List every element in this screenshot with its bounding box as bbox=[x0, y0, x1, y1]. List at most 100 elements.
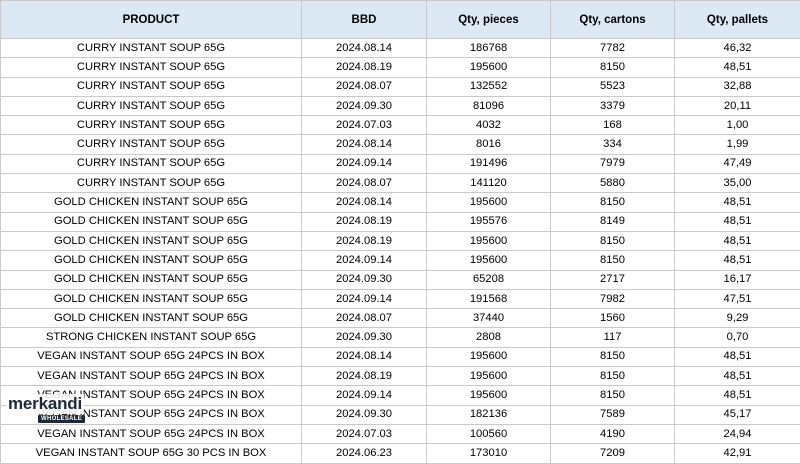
cell-bbd: 2024.09.30 bbox=[302, 328, 427, 347]
cell-qty-pieces: 37440 bbox=[427, 309, 551, 328]
table-row: CURRY INSTANT SOUP 65G2024.07.0340321681… bbox=[1, 116, 800, 135]
cell-bbd: 2024.06.23 bbox=[302, 444, 427, 463]
cell-product: STRONG CHICKEN INSTANT SOUP 65G bbox=[1, 328, 302, 347]
cell-qty-cartons: 8150 bbox=[551, 251, 675, 270]
cell-qty-pieces: 195576 bbox=[427, 212, 551, 231]
cell-qty-pallets: 48,51 bbox=[675, 58, 800, 77]
header-row: PRODUCT BBD Qty, pieces Qty, cartons Qty… bbox=[1, 1, 800, 39]
cell-bbd: 2024.07.03 bbox=[302, 424, 427, 443]
cell-qty-cartons: 8150 bbox=[551, 386, 675, 405]
table-row: CURRY INSTANT SOUP 65G2024.08.0713255255… bbox=[1, 77, 800, 96]
cell-qty-pieces: 4032 bbox=[427, 116, 551, 135]
cell-qty-pieces: 191496 bbox=[427, 154, 551, 173]
cell-qty-pieces: 2808 bbox=[427, 328, 551, 347]
cell-product: GOLD CHICKEN INSTANT SOUP 65G bbox=[1, 193, 302, 212]
cell-product: GOLD CHICKEN INSTANT SOUP 65G bbox=[1, 212, 302, 231]
cell-qty-cartons: 8150 bbox=[551, 193, 675, 212]
cell-bbd: 2024.08.19 bbox=[302, 367, 427, 386]
table-row: VEGAN INSTANT SOUP 65G 24PCS IN BOX2024.… bbox=[1, 386, 800, 405]
cell-qty-cartons: 1560 bbox=[551, 309, 675, 328]
cell-qty-pieces: 195600 bbox=[427, 251, 551, 270]
watermark-brand: merkandi bbox=[6, 394, 84, 414]
cell-qty-pieces: 186768 bbox=[427, 39, 551, 58]
cell-qty-pallets: 46,32 bbox=[675, 39, 800, 58]
cell-qty-cartons: 8150 bbox=[551, 58, 675, 77]
cell-bbd: 2024.08.14 bbox=[302, 193, 427, 212]
cell-qty-pallets: 48,51 bbox=[675, 367, 800, 386]
table-row: CURRY INSTANT SOUP 65G2024.09.1419149679… bbox=[1, 154, 800, 173]
cell-qty-cartons: 168 bbox=[551, 116, 675, 135]
cell-bbd: 2024.09.14 bbox=[302, 386, 427, 405]
cell-qty-cartons: 7979 bbox=[551, 154, 675, 173]
cell-qty-pieces: 100560 bbox=[427, 424, 551, 443]
cell-qty-pallets: 45,17 bbox=[675, 405, 800, 424]
cell-bbd: 2024.08.19 bbox=[302, 231, 427, 250]
cell-product: CURRY INSTANT SOUP 65G bbox=[1, 174, 302, 193]
cell-qty-cartons: 4190 bbox=[551, 424, 675, 443]
table-row: CURRY INSTANT SOUP 65G2024.08.0714112058… bbox=[1, 174, 800, 193]
cell-bbd: 2024.08.14 bbox=[302, 347, 427, 366]
cell-product: VEGAN INSTANT SOUP 65G 30 PCS IN BOX bbox=[1, 444, 302, 463]
table-row: VEGAN INSTANT SOUP 65G 24PCS IN BOX2024.… bbox=[1, 405, 800, 424]
cell-bbd: 2024.09.30 bbox=[302, 270, 427, 289]
cell-product: GOLD CHICKEN INSTANT SOUP 65G bbox=[1, 289, 302, 308]
inventory-table: PRODUCT BBD Qty, pieces Qty, cartons Qty… bbox=[0, 0, 800, 464]
table-row: CURRY INSTANT SOUP 65G2024.08.1919560081… bbox=[1, 58, 800, 77]
cell-product: GOLD CHICKEN INSTANT SOUP 65G bbox=[1, 309, 302, 328]
table-row: VEGAN INSTANT SOUP 65G 24PCS IN BOX2024.… bbox=[1, 424, 800, 443]
cell-qty-cartons: 3379 bbox=[551, 96, 675, 115]
cell-qty-pieces: 191568 bbox=[427, 289, 551, 308]
cell-qty-pallets: 47,49 bbox=[675, 154, 800, 173]
cell-qty-pallets: 48,51 bbox=[675, 231, 800, 250]
cell-qty-pieces: 65208 bbox=[427, 270, 551, 289]
table-row: STRONG CHICKEN INSTANT SOUP 65G2024.09.3… bbox=[1, 328, 800, 347]
cell-bbd: 2024.09.30 bbox=[302, 405, 427, 424]
cell-bbd: 2024.08.14 bbox=[302, 135, 427, 154]
table-row: GOLD CHICKEN INSTANT SOUP 65G2024.08.073… bbox=[1, 309, 800, 328]
cell-product: CURRY INSTANT SOUP 65G bbox=[1, 39, 302, 58]
table-row: GOLD CHICKEN INSTANT SOUP 65G2024.08.191… bbox=[1, 212, 800, 231]
watermark-badge: WHOLESALE bbox=[38, 415, 85, 423]
header-qty-pieces: Qty, pieces bbox=[427, 1, 551, 39]
cell-qty-cartons: 7982 bbox=[551, 289, 675, 308]
cell-qty-pallets: 24,94 bbox=[675, 424, 800, 443]
cell-product: GOLD CHICKEN INSTANT SOUP 65G bbox=[1, 251, 302, 270]
cell-qty-pieces: 195600 bbox=[427, 367, 551, 386]
cell-bbd: 2024.08.07 bbox=[302, 174, 427, 193]
cell-qty-pieces: 195600 bbox=[427, 231, 551, 250]
table-row: CURRY INSTANT SOUP 65G2024.09.3081096337… bbox=[1, 96, 800, 115]
cell-qty-pallets: 16,17 bbox=[675, 270, 800, 289]
cell-qty-pallets: 0,70 bbox=[675, 328, 800, 347]
cell-qty-cartons: 8149 bbox=[551, 212, 675, 231]
cell-product: GOLD CHICKEN INSTANT SOUP 65G bbox=[1, 231, 302, 250]
cell-qty-pallets: 35,00 bbox=[675, 174, 800, 193]
cell-qty-pallets: 48,51 bbox=[675, 193, 800, 212]
cell-product: CURRY INSTANT SOUP 65G bbox=[1, 154, 302, 173]
cell-qty-pallets: 20,11 bbox=[675, 96, 800, 115]
cell-qty-cartons: 8150 bbox=[551, 231, 675, 250]
cell-product: GOLD CHICKEN INSTANT SOUP 65G bbox=[1, 270, 302, 289]
table-row: GOLD CHICKEN INSTANT SOUP 65G2024.09.306… bbox=[1, 270, 800, 289]
cell-qty-cartons: 334 bbox=[551, 135, 675, 154]
cell-qty-pieces: 8016 bbox=[427, 135, 551, 154]
cell-qty-pieces: 173010 bbox=[427, 444, 551, 463]
cell-product: CURRY INSTANT SOUP 65G bbox=[1, 116, 302, 135]
cell-qty-cartons: 2717 bbox=[551, 270, 675, 289]
cell-qty-cartons: 7209 bbox=[551, 444, 675, 463]
cell-qty-cartons: 8150 bbox=[551, 367, 675, 386]
cell-qty-pieces: 195600 bbox=[427, 58, 551, 77]
cell-product: CURRY INSTANT SOUP 65G bbox=[1, 135, 302, 154]
table-row: VEGAN INSTANT SOUP 65G 30 PCS IN BOX2024… bbox=[1, 444, 800, 463]
cell-product: CURRY INSTANT SOUP 65G bbox=[1, 58, 302, 77]
cell-qty-pallets: 9,29 bbox=[675, 309, 800, 328]
cell-product: VEGAN INSTANT SOUP 65G 24PCS IN BOX bbox=[1, 367, 302, 386]
cell-bbd: 2024.09.14 bbox=[302, 251, 427, 270]
table-row: GOLD CHICKEN INSTANT SOUP 65G2024.08.141… bbox=[1, 193, 800, 212]
table-row: GOLD CHICKEN INSTANT SOUP 65G2024.09.141… bbox=[1, 251, 800, 270]
cell-bbd: 2024.08.19 bbox=[302, 58, 427, 77]
cell-product: CURRY INSTANT SOUP 65G bbox=[1, 77, 302, 96]
cell-qty-cartons: 7782 bbox=[551, 39, 675, 58]
cell-bbd: 2024.09.14 bbox=[302, 154, 427, 173]
cell-product: VEGAN INSTANT SOUP 65G 24PCS IN BOX bbox=[1, 347, 302, 366]
cell-bbd: 2024.07.03 bbox=[302, 116, 427, 135]
